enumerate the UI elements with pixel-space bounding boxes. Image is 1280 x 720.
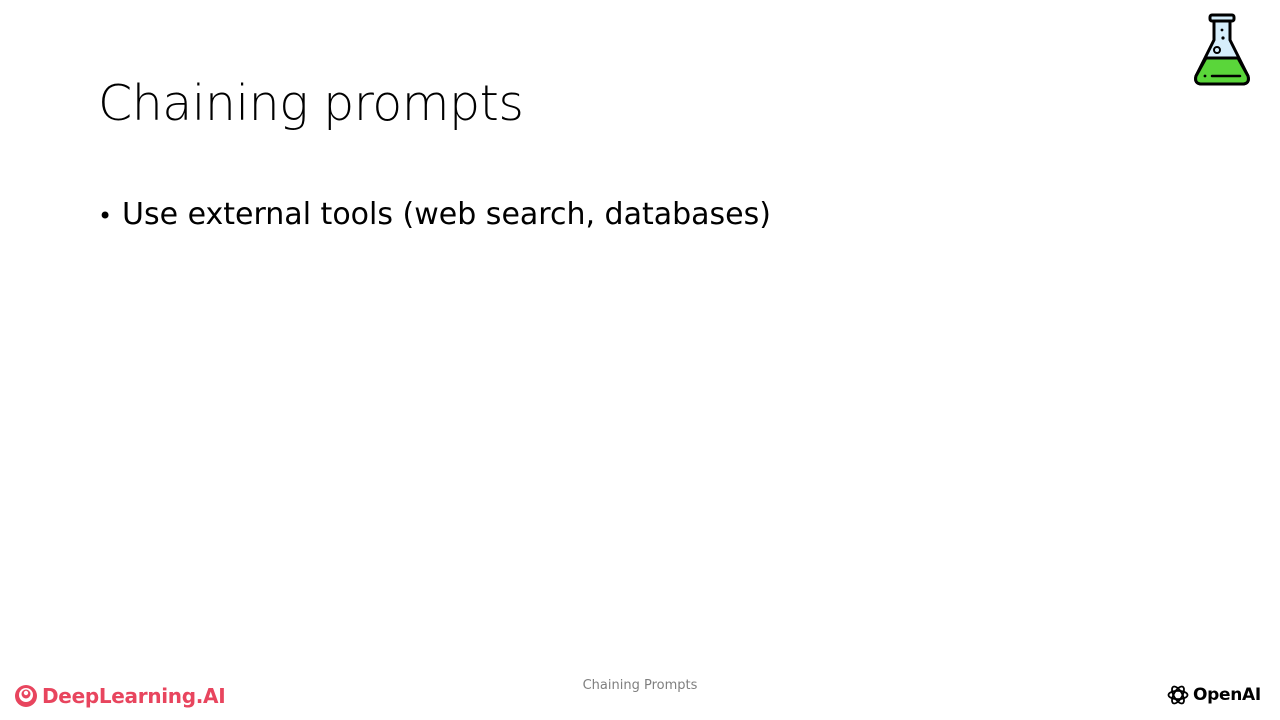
- bullet-text: Use external tools (web search, database…: [122, 197, 771, 232]
- slide-title: Chaining prompts: [98, 75, 524, 132]
- openai-logo-icon: [1167, 685, 1189, 705]
- deeplearning-logo-text: DeepLearning.AI: [42, 684, 226, 708]
- openai-logo-text: OpenAI: [1193, 685, 1261, 705]
- deeplearning-logo-icon: [15, 685, 37, 707]
- bullet-item: • Use external tools (web search, databa…: [98, 195, 771, 236]
- openai-logo: OpenAI: [1166, 682, 1261, 708]
- bullet-list: • Use external tools (web search, databa…: [98, 195, 771, 236]
- slide: Chaining prompts • Use external tools (w…: [0, 0, 1280, 720]
- deeplearning-logo: DeepLearning.AI: [14, 682, 226, 710]
- bullet-icon: •: [98, 202, 113, 230]
- flask-icon: [1194, 13, 1250, 86]
